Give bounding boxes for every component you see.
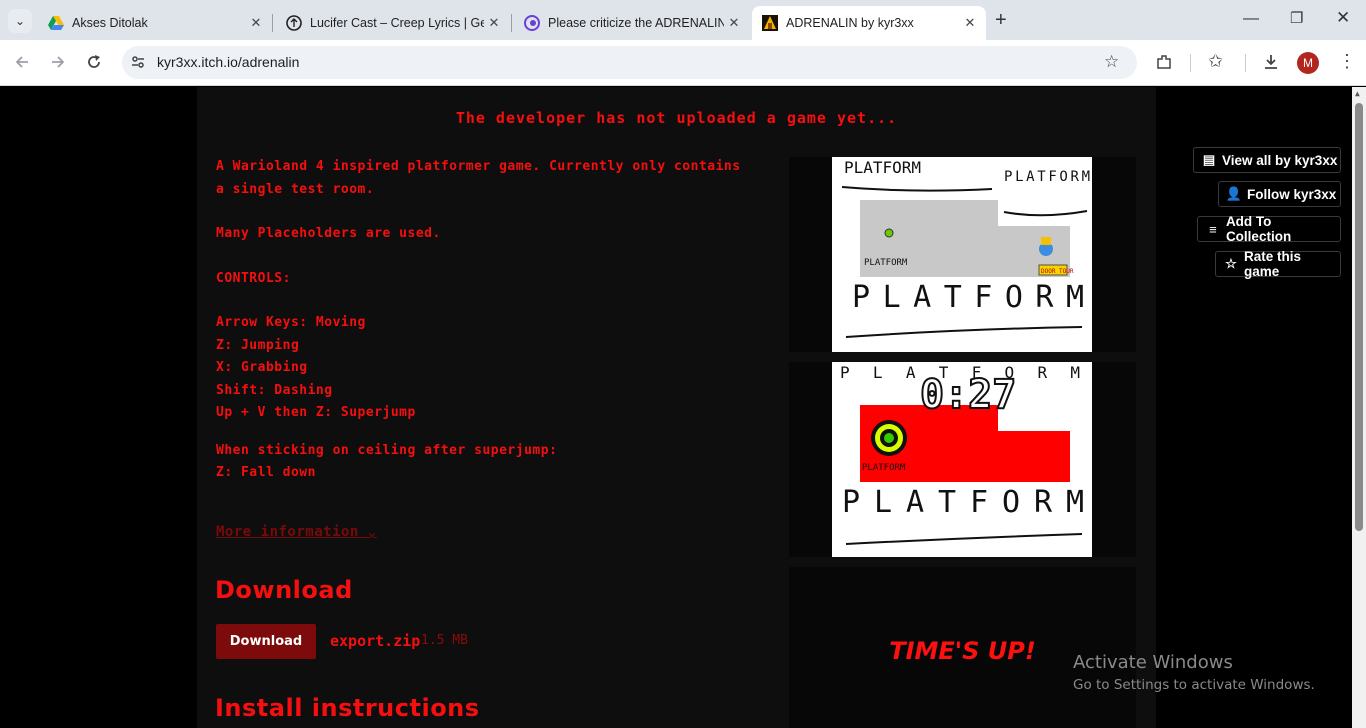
add-user-icon: 👤 [1225,186,1243,201]
tab-adrenalin[interactable]: ADRENALIN by kyr3xx ✕ [752,6,986,40]
view-all-label: View all by kyr3xx [1222,152,1338,168]
tab-search-button[interactable]: ⌄ [8,9,32,33]
scrollbar-thumb[interactable] [1355,103,1363,531]
screenshot-3[interactable]: TIME'S UP! [789,567,1136,728]
screenshot-image: PLATFORM PLATFORM DOOR TOUR PLATFORM PLA… [832,157,1092,352]
itch-game-icon [762,15,778,31]
door-label: DOOR TOUR [1041,268,1074,275]
site-icon [524,15,540,31]
control-line: Z: Jumping [216,337,300,353]
screenshot-platform-text: PLATFORM [864,258,908,268]
install-heading: Install instructions [215,694,480,722]
more-information-link[interactable]: More information ⌄ [216,524,377,540]
tab-title: Please criticize the ADRENALIN [548,16,724,30]
page-content: The developer has not uploaded a game ye… [0,87,1366,728]
restore-button[interactable]: ❐ [1290,9,1303,27]
minimize-button[interactable]: — [1243,10,1259,28]
file-name: export.zip [330,632,421,650]
tab-strip: ⌄ Akses Ditolak ✕ Lucifer Cast – Creep L… [0,0,1366,40]
browser-toolbar: kyr3xx.itch.io/adrenalin ☆ ✩ M ⋮ [0,40,1366,86]
control-line: Up + V then Z: Superjump [216,405,416,420]
control-line: X: Grabbing [216,360,308,375]
close-icon[interactable]: ✕ [484,15,504,31]
follow-button[interactable]: 👤 Follow kyr3xx [1218,181,1341,207]
add-to-collection-button[interactable]: ≡ Add To Collection [1197,214,1341,244]
reload-button[interactable] [85,53,103,76]
drive-icon [48,15,64,31]
tab-title: Lucifer Cast – Creep Lyrics | Gen [310,16,484,30]
no-game-notice: The developer has not uploaded a game ye… [455,109,898,127]
page-scrollbar[interactable]: ▲ [1352,87,1366,728]
menu-icon[interactable]: ⋮ [1338,51,1356,72]
more-information-label: More information [216,524,359,540]
new-tab-button[interactable]: + [995,9,1007,31]
game-page-column: The developer has not uploaded a game ye… [197,87,1156,728]
description-line: a single test room. [216,181,375,197]
file-size: 1.5 MB [421,633,468,648]
tab-lucifer-cast[interactable]: Lucifer Cast – Creep Lyrics | Gen ✕ [276,6,510,40]
toolbar-divider [1245,54,1246,72]
favorites-icon[interactable]: ✩ [1208,51,1223,72]
screenshot-platform-text: PLATFORM [844,158,921,177]
download-heading: Download [215,576,353,604]
activate-windows-title: Activate Windows [1073,652,1233,673]
placeholders-note: Many Placeholders are used. [216,226,441,241]
extensions-icon[interactable] [1155,53,1173,76]
url-text: kyr3xx.itch.io/adrenalin [157,54,300,70]
screenshot-platform-text: PLATFORM [852,280,1084,315]
screenshot-image: PLATFORM 0:27 PLATFORM PLATFORM [832,362,1092,557]
chevron-down-icon: ⌄ [367,524,377,540]
control-line: Shift: Dashing [216,382,333,398]
screenshot-platform-text: PLATFORM [1004,169,1090,185]
tab-please-criticize[interactable]: Please criticize the ADRENALIN ✕ [514,6,750,40]
screenshot-platform-text: PLATFORM [862,463,906,473]
profile-avatar[interactable]: M [1297,52,1319,74]
tab-divider [272,14,273,32]
ceiling-heading: When sticking on ceiling after superjump… [216,442,558,458]
toolbar-divider [1190,54,1191,72]
tab-title: Akses Ditolak [72,16,148,30]
controls-heading: CONTROLS: [216,270,291,286]
tab-title: ADRENALIN by kyr3xx [786,16,914,30]
star-icon: ☆ [1225,256,1237,271]
bookmark-star-icon[interactable]: ☆ [1104,52,1119,72]
game-description: A Warioland 4 inspired platformer game. … [216,156,776,485]
site-info-icon[interactable] [130,54,146,75]
view-all-button[interactable]: ▤ View all by kyr3xx [1193,147,1341,173]
rate-label: Rate this game [1244,249,1302,279]
close-icon[interactable]: ✕ [960,15,980,31]
tab-akses-ditolak[interactable]: Akses Ditolak ✕ [38,6,272,40]
tab-divider [511,14,512,32]
genius-icon [286,15,302,31]
store-icon: ▤ [1202,152,1216,167]
screenshot-1[interactable]: PLATFORM PLATFORM DOOR TOUR PLATFORM PLA… [789,157,1136,352]
add-collection-label: Add To Collection [1225,214,1292,244]
screenshot-platform-text: PLATFORM [842,485,1084,520]
download-icon[interactable] [1262,53,1280,76]
playlist-add-icon: ≡ [1209,221,1217,237]
timer-text: 0:27 [920,372,1016,418]
control-line: Arrow Keys: Moving [216,315,366,330]
screenshot-2[interactable]: PLATFORM 0:27 PLATFORM PLATFORM [789,362,1136,557]
forward-button[interactable] [49,53,67,76]
description-line: A Warioland 4 inspired platformer game. … [216,159,741,174]
back-button[interactable] [13,53,31,76]
close-icon[interactable]: ✕ [246,15,266,31]
address-bar[interactable]: kyr3xx.itch.io/adrenalin ☆ [122,46,1137,79]
follow-label: Follow kyr3xx [1247,186,1337,202]
close-icon[interactable]: ✕ [724,15,744,31]
rate-game-button[interactable]: ☆ Rate this game [1215,249,1341,279]
ceiling-control: Z: Fall down [216,465,316,480]
download-button[interactable]: Download [216,624,316,659]
window-close-button[interactable]: ✕ [1336,8,1350,28]
activate-windows-subtitle: Go to Settings to activate Windows. [1073,677,1315,693]
scroll-up-icon[interactable]: ▲ [1355,89,1360,98]
